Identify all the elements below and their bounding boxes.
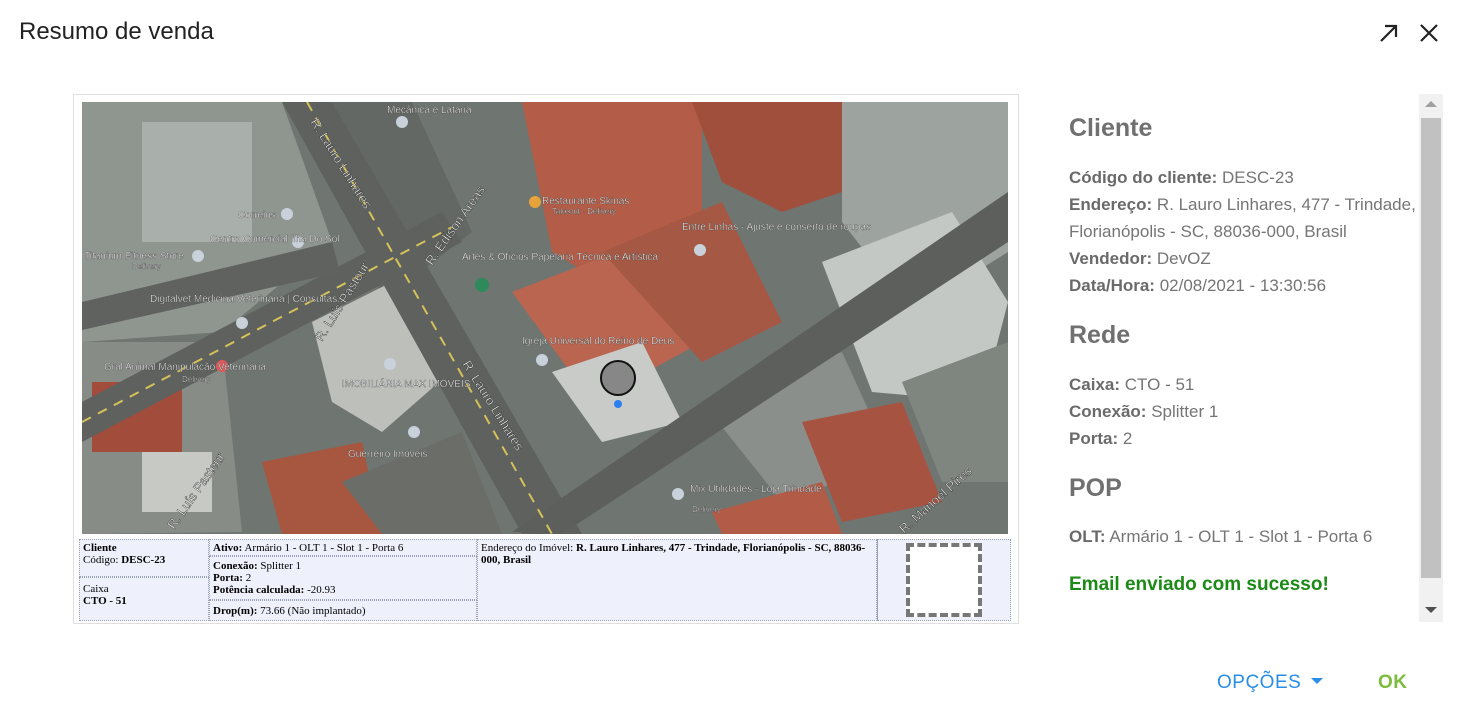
map-label: Gral Animal Manipulação Veterinária [104,362,266,373]
map-label: Mix Utilidades - Loja Trindade [690,484,822,495]
codigo-row: Código do cliente: DESC-23 [1069,164,1294,191]
satellite-map[interactable]: Mecânica e Lataria Correios Centro Comer… [82,102,1008,534]
conexao-label: Conexão: [1069,402,1147,421]
map-print-preview: Mecânica e Lataria Correios Centro Comer… [73,94,1019,624]
map-label: Correios [238,210,276,221]
table-caixa-value: CTO - 51 [83,595,127,607]
table-cliente-label: Cliente [83,542,117,554]
table-conexao-label: Conexão: [213,560,258,572]
table-conexao-value: Splitter 1 [260,560,301,572]
ok-button[interactable]: OK [1378,672,1408,694]
codigo-value: DESC-23 [1222,168,1294,187]
vendedor-row: Vendedor: DevOZ [1069,245,1211,272]
table-ativo-value: Armário 1 - OLT 1 - Slot 1 - Porta 6 [244,542,404,554]
endereco-row: Endereço: R. Lauro Linhares, 477 - Trind… [1069,191,1416,218]
porta-value: 2 [1122,429,1133,448]
map-label: Delivery [692,505,721,514]
map-label: Takeout · Delivery [552,207,616,216]
pop-heading: POP [1069,474,1122,502]
caixa-label: Caixa: [1069,375,1121,394]
summary-scrollbar[interactable] [1419,94,1443,622]
map-label: Mecânica e Lataria [387,105,472,116]
map-label: Delivery [182,375,211,384]
cliente-heading: Cliente [1069,114,1153,142]
table-potencia-value: -20.93 [307,584,336,596]
map-label: Delivery [132,262,161,271]
table-caixa-label: Caixa [83,583,109,595]
map-label: Restaurante Skinas [542,196,629,207]
scroll-down-arrow-icon[interactable] [1425,607,1437,613]
sale-summary-panel: Cliente Código do cliente: DESC-23 Ender… [1039,94,1417,622]
arrow-up-right-icon[interactable] [1376,20,1402,46]
map-label: Digitalvet Medicina Veterinária | Consul… [150,294,345,305]
table-codigo-value: DESC-23 [121,554,166,566]
map-label: Titanium Fitness Store [84,251,184,262]
porta-label: Porta: [1069,429,1119,448]
vendedor-value: DevOZ [1156,249,1211,268]
table-porta-label: Porta: [213,572,243,584]
conexao-row: Conexão: Splitter 1 [1069,398,1218,425]
dialog-title: Resumo de venda [19,18,214,45]
map-label: Guerreiro Imóveis [348,449,427,460]
porta-row: Porta: 2 [1069,425,1132,452]
opcoes-button[interactable]: OPÇÕES [1217,672,1324,694]
table-codigo-label: Código: [83,554,119,566]
vendedor-label: Vendedor: [1069,249,1153,268]
qr-code-placeholder [906,543,982,617]
datahora-row: Data/Hora: 02/08/2021 - 13:30:56 [1069,272,1326,299]
table-porta-value: 2 [245,572,252,584]
table-ativo-label: Ativo: [213,542,243,554]
table-drop-label: Drop(m): [213,605,258,617]
datahora-value: 02/08/2021 - 13:30:56 [1159,276,1327,295]
olt-row: OLT: Armário 1 - OLT 1 - Slot 1 - Porta … [1069,523,1372,550]
scrollbar-thumb[interactable] [1421,118,1441,578]
opcoes-label: OPÇÕES [1217,672,1302,693]
map-label: Artes & Ofícios Papelaria Técnica e Artí… [462,252,658,263]
map-label: IMOBILIÁRIA MAX IMÓVEIS [342,377,471,390]
caret-down-icon [1311,677,1324,684]
conexao-value: Splitter 1 [1151,402,1219,421]
rede-heading: Rede [1069,321,1131,349]
caixa-row: Caixa: CTO - 51 [1069,371,1194,398]
success-message: Email enviado com sucesso! [1069,574,1329,595]
map-label: Centro Comercial Ilha Do Sol [210,234,340,245]
endereco-value: R. Lauro Linhares, 477 - Trindade, [1156,195,1416,214]
scroll-up-arrow-icon[interactable] [1425,101,1437,107]
close-icon[interactable] [1416,20,1442,46]
caixa-value: CTO - 51 [1124,375,1195,394]
datahora-label: Data/Hora: [1069,276,1155,295]
map-label: Entre Linhas - Ajuste e conserto de roup… [682,222,871,233]
table-endereco-label: Endereço do Imóvel: [481,542,574,554]
olt-value: Armário 1 - OLT 1 - Slot 1 - Porta 6 [1109,527,1373,546]
endereco-row-2: Florianópolis - SC, 88036-000, Brasil [1069,222,1347,241]
codigo-label: Código do cliente: [1069,168,1218,187]
map-label: Igreja Universal do Reino de Deus [522,336,674,347]
table-potencia-label: Potência calculada: [213,584,305,596]
table-drop-value: 73.66 (Não implantado) [260,605,366,617]
sale-info-table: Cliente Código: DESC-23 Caixa CTO - 51 A… [79,539,1011,621]
olt-label: OLT: [1069,527,1106,546]
endereco-label: Endereço: [1069,195,1153,214]
